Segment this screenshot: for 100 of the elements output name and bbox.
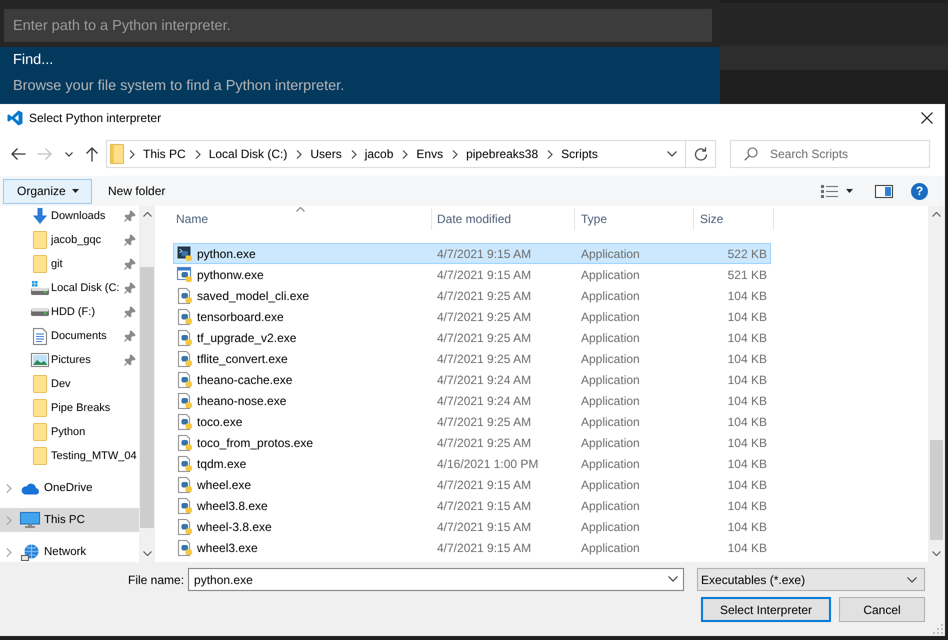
file-name[interactable]: wheel3.8.exe — [197, 498, 268, 512]
chevron-right-icon[interactable] — [402, 150, 408, 158]
nav-item[interactable]: Documents — [0, 324, 139, 348]
file-name[interactable]: theano-cache.exe — [197, 372, 292, 386]
pin-icon[interactable] — [124, 330, 136, 342]
scrollbar[interactable] — [928, 206, 945, 562]
file-size: 104 KB — [728, 288, 767, 302]
scrollbar-thumb[interactable] — [930, 440, 943, 540]
file-size: 104 KB — [728, 456, 767, 470]
script-file-icon — [177, 372, 193, 388]
column-header[interactable]: Date modified — [432, 208, 575, 230]
nav-item[interactable]: Pictures — [0, 348, 139, 372]
chevron-right-icon[interactable] — [547, 150, 554, 158]
nav-item[interactable]: jacob_gqc — [0, 228, 139, 252]
nav-item[interactable]: Network — [0, 540, 139, 562]
nav-item[interactable]: Testing_MTW_04 — [0, 444, 139, 468]
chevron-right-icon[interactable] — [350, 150, 357, 158]
caret-down-icon — [846, 189, 853, 193]
folder-icon — [110, 144, 124, 164]
scroll-up-icon[interactable] — [142, 212, 152, 217]
chevron-right-icon[interactable] — [296, 150, 302, 158]
cancel-button[interactable]: Cancel — [839, 597, 925, 622]
nav-item[interactable]: Downloads — [0, 204, 139, 228]
file-size: 104 KB — [728, 330, 767, 344]
file-size: 104 KB — [728, 436, 767, 450]
breadcrumb[interactable]: Envs — [412, 143, 448, 165]
file-size: 104 KB — [728, 310, 767, 324]
quick-pick-item[interactable]: Find... Browse your file system to find a Python interpreter. — [0, 47, 720, 104]
file-type-dropdown[interactable]: Executables (*.exe) — [697, 568, 926, 591]
file-name[interactable]: tflite_convert.exe — [197, 352, 288, 366]
nav-item[interactable]: Pipe Breaks — [0, 396, 139, 420]
organize-button[interactable]: Organize — [3, 178, 92, 204]
file-name[interactable]: tf_upgrade_v2.exe — [197, 330, 296, 344]
folder-icon — [32, 399, 46, 417]
file-name[interactable]: toco_from_protos.exe — [197, 436, 314, 450]
scroll-down-icon[interactable] — [932, 551, 941, 556]
breadcrumb[interactable]: Scripts — [557, 143, 602, 165]
file-name-field[interactable]: python.exe — [188, 568, 684, 591]
new-folder-button[interactable]: New folder — [98, 178, 176, 204]
file-name[interactable]: toco.exe — [197, 414, 242, 428]
help-button[interactable]: ? — [911, 182, 928, 200]
date-modified: 4/7/2021 9:25 AM — [437, 288, 532, 302]
nav-item[interactable]: Local Disk (C: — [0, 276, 139, 300]
file-name[interactable]: wheel-3.8.exe — [197, 520, 272, 534]
chevron-right-icon[interactable] — [129, 150, 135, 158]
column-header[interactable]: Type — [575, 208, 694, 230]
date-modified: 4/7/2021 9:25 AM — [437, 414, 532, 428]
chevron-right-icon[interactable] — [194, 150, 201, 158]
column-header[interactable]: Name — [170, 208, 432, 230]
option-label: Find... — [13, 51, 54, 70]
script-file-icon — [177, 288, 193, 304]
nav-item[interactable]: git — [0, 252, 139, 276]
nav-item[interactable]: OneDrive — [0, 476, 139, 500]
file-type: Application — [581, 288, 640, 302]
scroll-up-icon[interactable] — [932, 212, 941, 217]
path-input[interactable]: Enter path to a Python interpreter. — [4, 9, 712, 42]
file-name[interactable]: tensorboard.exe — [197, 310, 284, 324]
date-modified: 4/16/2021 1:00 PM — [437, 456, 538, 470]
scrollbar-thumb[interactable] — [140, 267, 154, 528]
nav-item[interactable]: Python — [0, 420, 139, 444]
up-arrow-icon — [85, 146, 99, 162]
file-name[interactable]: wheel.exe — [197, 478, 252, 492]
date-modified: 4/7/2021 9:24 AM — [437, 372, 532, 386]
app-logo-icon — [7, 110, 23, 126]
date-modified: 4/7/2021 9:25 AM — [437, 330, 532, 344]
file-name[interactable]: python.exe — [197, 246, 256, 260]
chevron-right-icon[interactable] — [452, 150, 458, 158]
pin-icon[interactable] — [124, 282, 136, 294]
script-file-icon — [177, 414, 193, 430]
file-name[interactable]: wheel3.exe — [197, 540, 258, 554]
script-file-icon — [177, 392, 193, 408]
breadcrumb[interactable]: jacob — [360, 143, 398, 165]
scrollbar[interactable] — [139, 206, 155, 562]
pin-icon[interactable] — [124, 354, 136, 366]
select-button[interactable]: Select Interpreter — [700, 597, 831, 622]
breadcrumb[interactable]: Users — [306, 143, 346, 165]
date-modified: 4/7/2021 9:25 AM — [437, 352, 532, 366]
column-header[interactable]: Size — [694, 208, 774, 230]
file-name[interactable]: tqdm.exe — [197, 456, 246, 470]
file-name[interactable]: saved_model_cli.exe — [197, 288, 310, 302]
resize-grip-icon[interactable] — [933, 624, 943, 634]
pin-icon[interactable] — [124, 210, 136, 222]
nav-item[interactable]: This PC — [0, 508, 139, 532]
breadcrumb[interactable]: Local Disk (C:) — [204, 143, 292, 165]
download-arrow-icon — [32, 208, 48, 224]
pin-icon[interactable] — [124, 306, 136, 318]
address-bar[interactable]: This PC Local Disk (C:) Users jacob Envs pipebreaks38 Scripts — [106, 140, 716, 168]
file-name[interactable]: pythonw.exe — [197, 268, 264, 282]
dropdown-caret-icon[interactable] — [668, 576, 678, 582]
nav-item[interactable]: HDD (F:) — [0, 300, 139, 324]
file-type: Application — [581, 436, 640, 450]
scroll-down-icon[interactable] — [142, 551, 152, 556]
pin-icon[interactable] — [124, 234, 136, 246]
breadcrumb[interactable]: This PC — [139, 143, 190, 165]
selected-row[interactable]: python.exe 4/7/2021 9:15 AM Application 522 KB — [173, 243, 771, 264]
search-field[interactable]: Search Scripts — [730, 140, 930, 168]
pin-icon[interactable] — [124, 258, 136, 270]
file-name[interactable]: theano-nose.exe — [197, 394, 286, 408]
breadcrumb[interactable]: pipebreaks38 — [462, 143, 542, 165]
nav-item[interactable]: Dev — [0, 372, 139, 396]
